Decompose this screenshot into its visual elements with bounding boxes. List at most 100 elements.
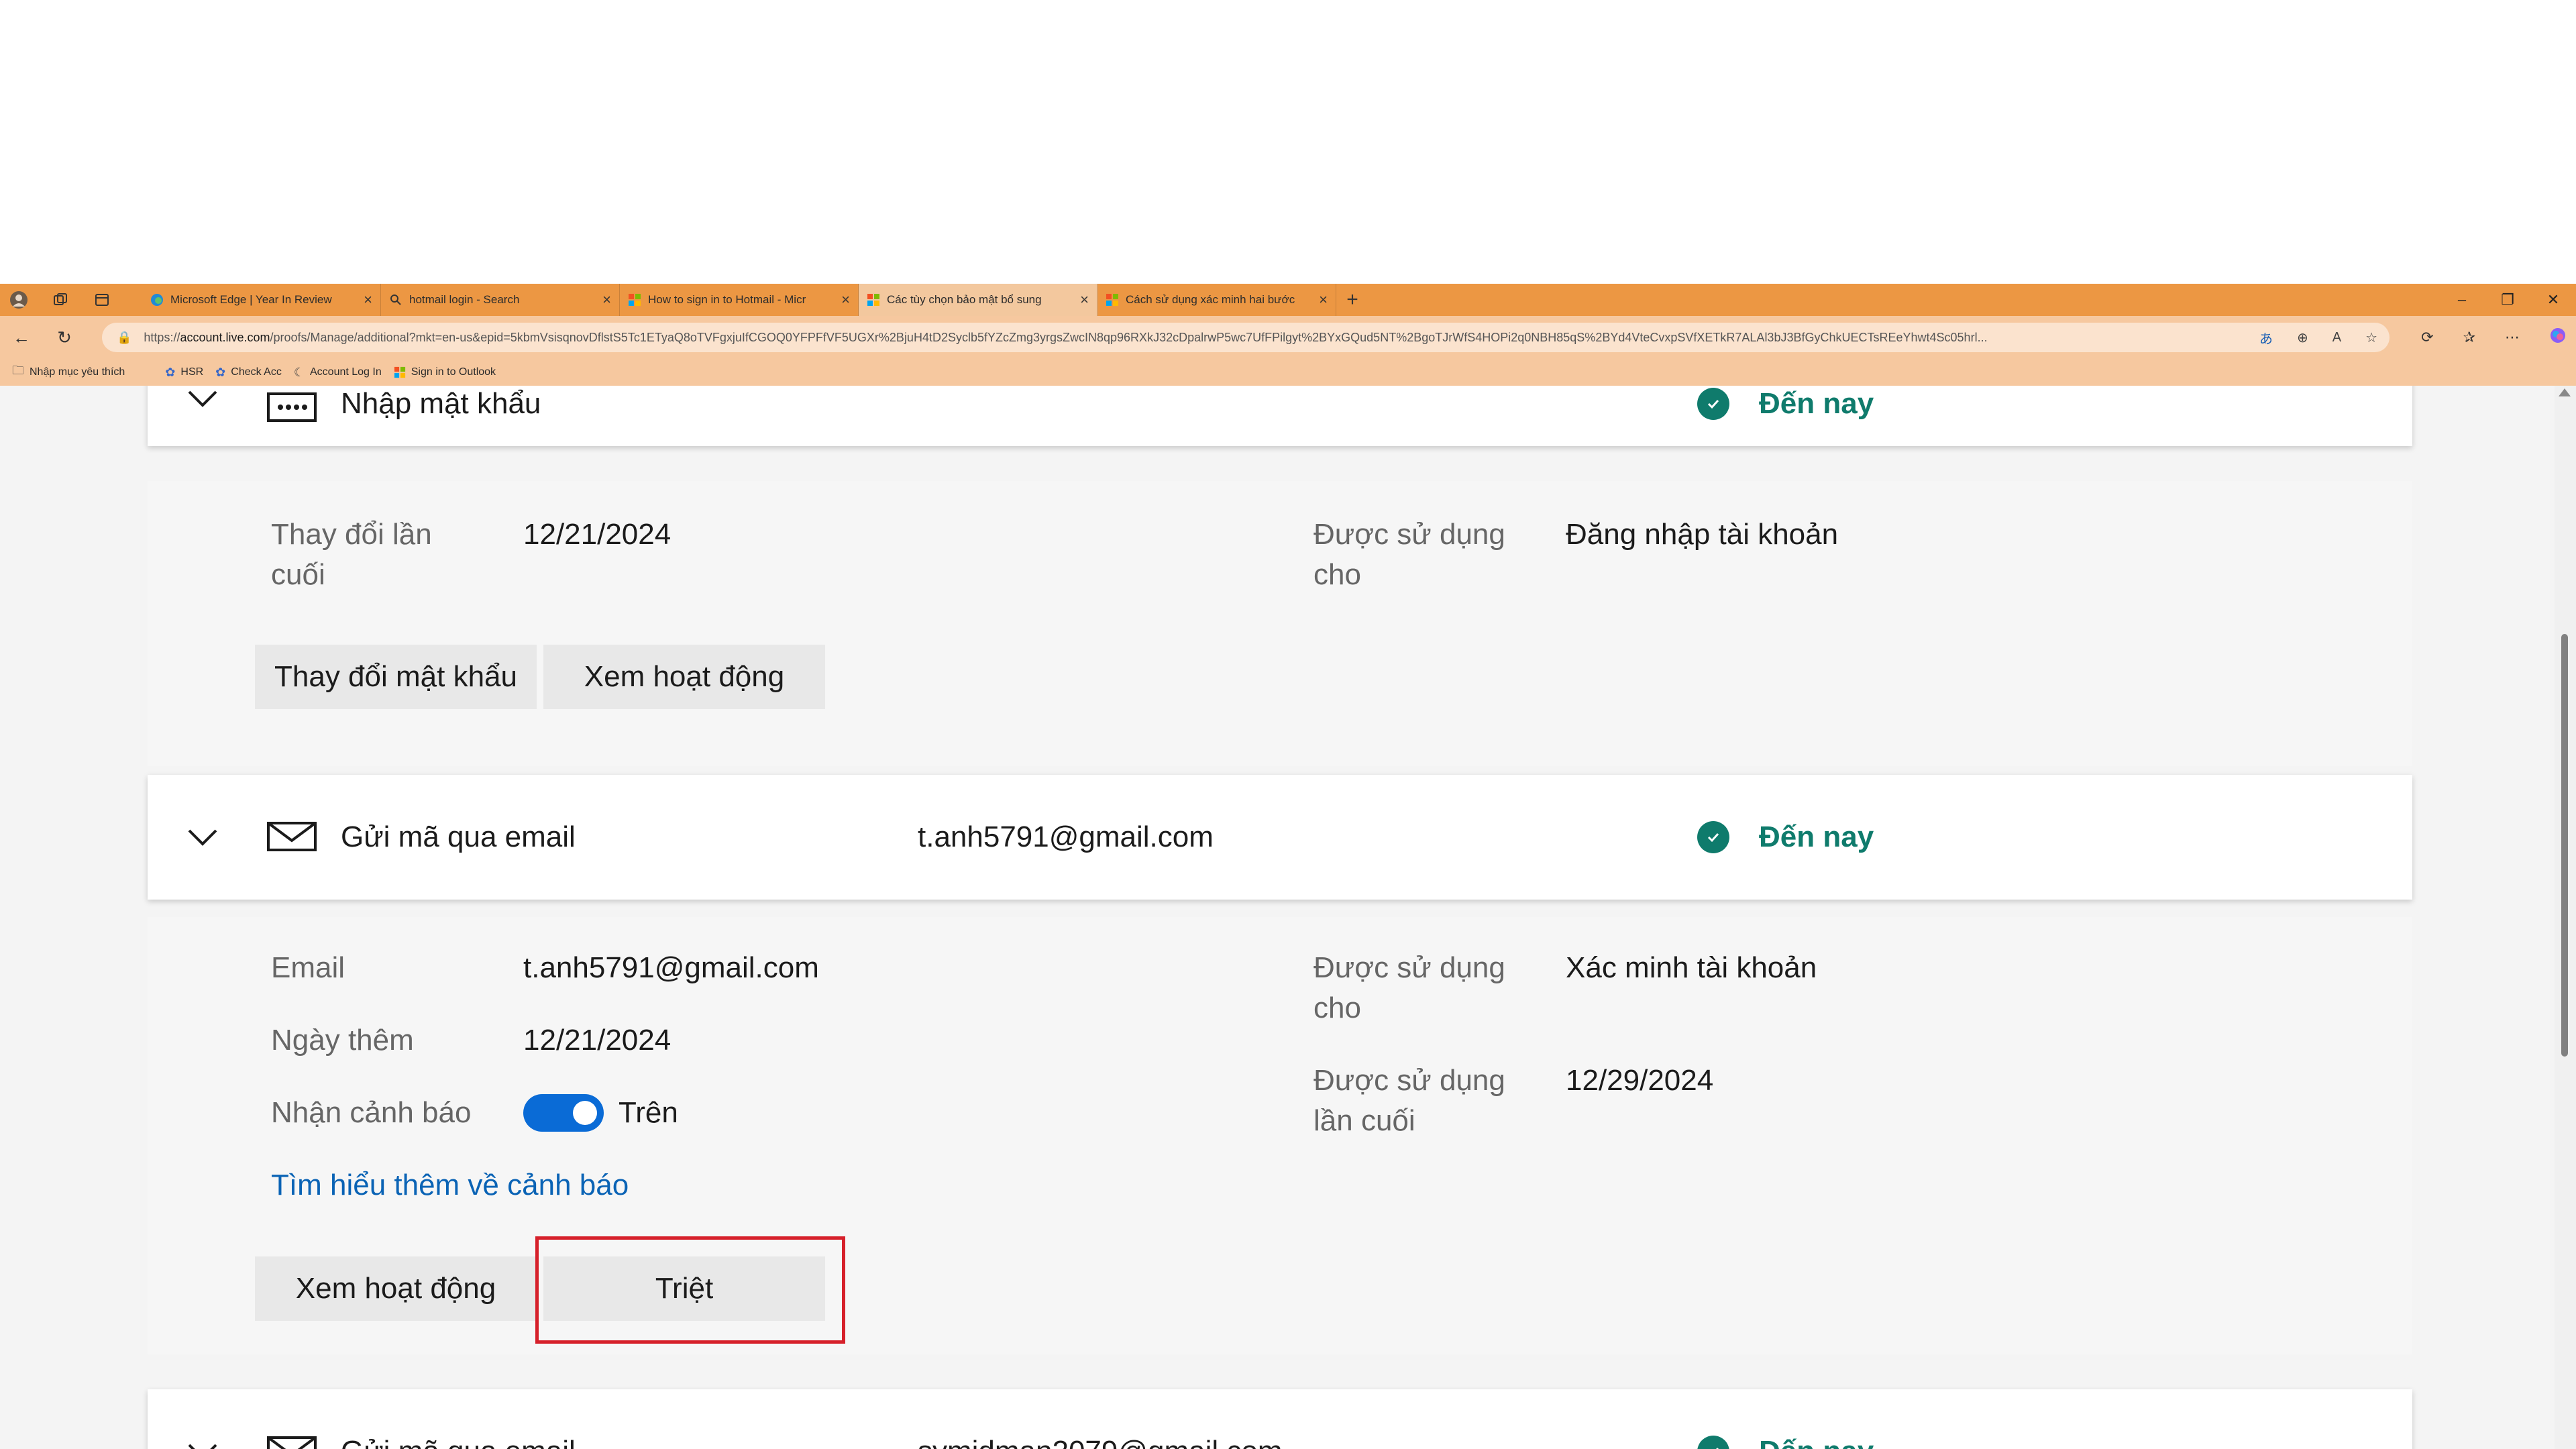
bookmark-label: Sign in to Outlook [411, 366, 496, 378]
highlight-box [535, 1236, 845, 1344]
new-tab-button[interactable]: + [1336, 288, 1368, 311]
date-added-label: Ngày thêm [271, 1024, 414, 1057]
minimize-icon[interactable]: – [2439, 291, 2485, 309]
read-aloud-icon[interactable]: A [2332, 330, 2341, 345]
extensions-icon[interactable]: ⟳ [2421, 329, 2433, 346]
bookmark-account-log-in[interactable]: ☾ Account Log In [294, 366, 382, 380]
date-added-value: 12/21/2024 [523, 1024, 672, 1057]
status-text: Đến nay [1759, 1435, 1874, 1449]
tab-how-to-sign-in[interactable]: How to sign in to Hotmail - Micr × [620, 284, 859, 316]
close-tab-icon[interactable]: × [1080, 291, 1089, 309]
chevron-down-icon[interactable] [188, 823, 217, 853]
page-content: Nhập mật khẩu Đến nay Thay đổi lần cuối … [0, 386, 2555, 1449]
copilot-icon[interactable] [2549, 327, 2567, 348]
refresh-icon[interactable]: ↻ [43, 327, 86, 348]
close-tab-icon[interactable]: × [364, 291, 372, 309]
email-details-panel: Email t.anh5791@gmail.com Ngày thêm 12/2… [148, 917, 2412, 1354]
alerts-toggle[interactable] [523, 1094, 604, 1132]
scrollbar-thumb[interactable] [2561, 634, 2568, 1057]
last-changed-label: Thay đổi lần cuối [271, 518, 432, 591]
bookmark-import-favorites[interactable]: 🗀 Nhập mục yêu thích [12, 362, 125, 382]
status-text: Đến nay [1759, 387, 1874, 420]
view-activity-button[interactable]: Xem hoạt động [255, 1256, 537, 1321]
tab-bar-left-icons [0, 289, 142, 311]
translate-icon[interactable]: あ [2259, 328, 2273, 347]
bookmark-label: Check Acc [231, 366, 282, 378]
email-card-title: Gửi mã qua email [341, 820, 576, 853]
window-controls: – ❐ ✕ [2439, 284, 2576, 316]
checkmark-icon [1697, 388, 1729, 420]
used-for-label: Được sử dụng cho [1313, 951, 1505, 1024]
last-used-label: Được sử dụng lần cuối [1313, 1064, 1505, 1137]
chevron-down-icon[interactable] [188, 386, 217, 415]
email-card-address: t.anh5791@gmail.com [918, 820, 1214, 853]
used-for-label: Được sử dụng cho [1313, 518, 1505, 591]
bookmark-sign-in-outlook[interactable]: Sign in to Outlook [394, 366, 496, 378]
tab-security-options[interactable]: Các tùy chọn bảo mật bổ sung × [859, 284, 1097, 316]
password-icon [267, 392, 317, 422]
close-window-icon[interactable]: ✕ [2530, 291, 2576, 309]
tab-hotmail-search[interactable]: hotmail login - Search × [381, 284, 620, 316]
search-favicon-icon [390, 294, 401, 305]
email-label: Email [271, 951, 345, 984]
zoom-icon[interactable]: ⊕ [2297, 329, 2308, 346]
mail-icon [267, 822, 317, 851]
email-card-address: symidman2079@gmail.com [918, 1435, 1283, 1449]
workspaces-icon[interactable] [50, 289, 71, 311]
alerts-state: Trên [619, 1096, 678, 1129]
toolbar-right-icons: ⟳ ✰ ⋯ [2421, 323, 2567, 352]
tab-label: Các tùy chọn bảo mật bổ sung [887, 293, 1042, 306]
learn-more-alerts-link[interactable]: Tìm hiểu thêm về cảnh báo [271, 1165, 629, 1205]
microsoft-favicon-icon [867, 294, 879, 306]
url-text[interactable]: https://account.live.com/proofs/Manage/a… [144, 331, 2210, 345]
back-icon[interactable]: ← [0, 327, 43, 348]
last-used-value: 12/29/2024 [1566, 1064, 1714, 1097]
tab-bar: Microsoft Edge | Year In Review × hotmai… [0, 284, 2576, 316]
password-method-card[interactable]: Nhập mật khẩu Đến nay [148, 386, 2412, 446]
favorite-star-icon[interactable]: ☆ [2365, 329, 2377, 346]
scroll-up-icon[interactable] [2559, 388, 2571, 396]
address-bar[interactable]: 🔒 https://account.live.com/proofs/Manage… [102, 323, 2390, 352]
password-card-title: Nhập mật khẩu [341, 387, 541, 420]
close-tab-icon[interactable]: × [841, 291, 850, 309]
tab-edge-year-review[interactable]: Microsoft Edge | Year In Review × [142, 284, 381, 316]
chevron-down-icon[interactable] [188, 1438, 217, 1449]
address-toolbar: ← ↻ 🔒 https://account.live.com/proofs/Ma… [0, 316, 2576, 359]
tab-actions-icon[interactable] [91, 289, 113, 311]
email-method-card[interactable]: Gửi mã qua email t.anh5791@gmail.com Đến… [148, 775, 2412, 900]
gear-icon: ✿ [215, 365, 226, 379]
password-details-panel: Thay đổi lần cuối 12/21/2024 Được sử dụn… [148, 481, 2412, 766]
bookmarks-bar: 🗀 Nhập mục yêu thích ✿ HSR ✿ Check Acc ☾ Acc… [0, 359, 2576, 386]
email-status: Đến nay [1697, 1435, 1874, 1449]
bookmark-check-acc[interactable]: ✿ Check Acc [215, 366, 282, 380]
bookmark-hsr[interactable]: ✿ HSR [165, 366, 203, 380]
restore-icon[interactable]: ❐ [2485, 291, 2530, 309]
change-password-button[interactable]: Thay đổi mật khẩu [255, 645, 537, 709]
address-bar-icons: あ ⊕ A ☆ [2259, 323, 2377, 352]
edge-favicon-icon [151, 294, 163, 306]
bookmark-label: Nhập mục yêu thích [30, 366, 125, 378]
email-method-card-2[interactable]: Gửi mã qua email symidman2079@gmail.com … [148, 1389, 2412, 1449]
vertical-scrollbar[interactable] [2555, 386, 2576, 1449]
mail-icon [267, 1436, 317, 1449]
bookmark-label: HSR [180, 366, 204, 378]
email-value: t.anh5791@gmail.com [523, 951, 819, 984]
more-menu-icon[interactable]: ⋯ [2505, 329, 2520, 346]
favorites-icon[interactable]: ✰ [2463, 329, 2475, 346]
tab-label: Microsoft Edge | Year In Review [170, 293, 332, 306]
close-tab-icon[interactable]: × [1319, 291, 1328, 309]
loading-icon: ☾ [293, 365, 305, 379]
folder-icon: 🗀 [12, 364, 24, 377]
profile-avatar-icon[interactable] [8, 289, 30, 311]
email-card-title: Gửi mã qua email [341, 1435, 576, 1449]
tab-label: How to sign in to Hotmail - Micr [648, 293, 806, 306]
password-status: Đến nay [1697, 387, 1874, 421]
toggle-knob [573, 1101, 597, 1125]
close-tab-icon[interactable]: × [602, 291, 611, 309]
tab-label: Cách sử dụng xác minh hai bước [1126, 293, 1295, 306]
alerts-label: Nhận cảnh báo [271, 1096, 472, 1129]
view-activity-button[interactable]: Xem hoạt động [543, 645, 825, 709]
tab-two-step[interactable]: Cách sử dụng xác minh hai bước × [1097, 284, 1336, 316]
lock-icon[interactable]: 🔒 [117, 331, 131, 345]
microsoft-favicon-icon [629, 294, 641, 306]
